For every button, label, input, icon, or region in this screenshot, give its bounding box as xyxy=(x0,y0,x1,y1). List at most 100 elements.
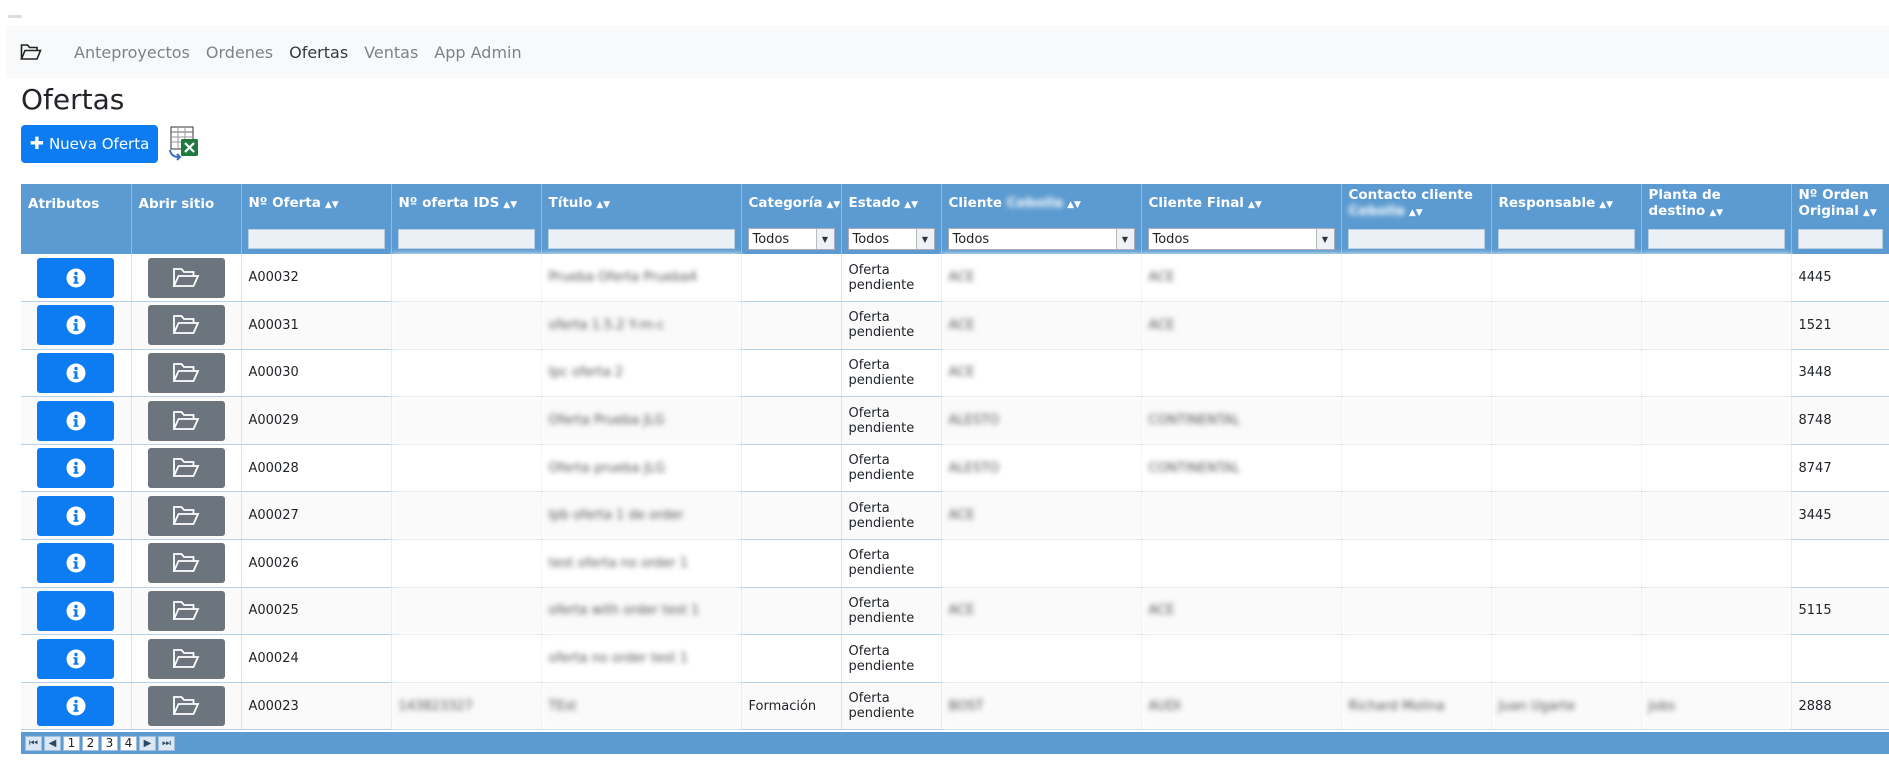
filter-select-cliente[interactable]: Todos ▼ xyxy=(947,228,1135,250)
nav-anteproyectos[interactable]: Anteproyectos xyxy=(74,43,190,62)
table-header: Atributos Abrir sitio Nº Oferta ▲▼ Nº ofe… xyxy=(21,184,1889,224)
filter-input[interactable] xyxy=(547,229,735,249)
col-n-orden-original[interactable]: Nº Orden Original ▲▼ xyxy=(1791,184,1889,224)
filter-select-estado[interactable]: Todos ▼ xyxy=(847,228,935,250)
next-page-icon[interactable]: ▶ xyxy=(139,735,156,751)
sort-icon[interactable]: ▲▼ xyxy=(1067,200,1081,210)
info-button[interactable] xyxy=(37,686,115,727)
folder-open-icon xyxy=(172,601,200,620)
filter-input[interactable] xyxy=(397,229,535,249)
open-site-button[interactable] xyxy=(147,257,225,298)
cell-titulo: TEst xyxy=(541,682,742,731)
cell-atributos xyxy=(21,634,132,683)
last-page-icon[interactable]: ⏭ xyxy=(158,735,175,751)
info-button[interactable] xyxy=(37,400,115,441)
col-estado[interactable]: Estado ▲▼ xyxy=(841,184,942,224)
sort-icon[interactable]: ▲▼ xyxy=(325,200,339,210)
col-contacto-cliente[interactable]: Contacto cliente Cebolla ▲▼ xyxy=(1341,184,1492,224)
sort-icon[interactable]: ▲▼ xyxy=(1599,200,1613,210)
open-site-button[interactable] xyxy=(147,400,225,441)
filter-input[interactable] xyxy=(247,229,385,249)
sort-icon[interactable]: ▲▼ xyxy=(1248,200,1262,210)
dropdown-arrow-icon[interactable]: ▼ xyxy=(815,229,834,249)
open-site-button[interactable] xyxy=(147,448,225,489)
first-page-icon[interactable]: ⏮ xyxy=(25,735,42,751)
col-n-oferta[interactable]: Nº Oferta ▲▼ xyxy=(241,184,392,224)
cell-orden-original: 3445 xyxy=(1791,491,1889,541)
info-button[interactable] xyxy=(37,590,115,631)
page-4[interactable]: 4 xyxy=(120,735,137,751)
cell-cliente-final xyxy=(1141,634,1342,683)
cell-categoria xyxy=(741,396,842,445)
col-responsable[interactable]: Responsable ▲▼ xyxy=(1491,184,1642,224)
folder-open-icon[interactable] xyxy=(20,37,60,67)
info-button[interactable] xyxy=(37,543,115,584)
open-site-button[interactable] xyxy=(147,305,225,346)
open-site-button[interactable] xyxy=(147,638,225,679)
cell-abrir-sitio xyxy=(131,254,242,303)
info-button[interactable] xyxy=(37,352,115,393)
sort-icon[interactable]: ▲▼ xyxy=(596,200,610,210)
window-dash xyxy=(8,15,22,18)
cell-cliente-final: ACE xyxy=(1141,254,1342,303)
dropdown-arrow-icon[interactable]: ▼ xyxy=(1315,229,1334,249)
sort-icon[interactable]: ▲▼ xyxy=(826,200,840,210)
sort-icon[interactable]: ▲▼ xyxy=(503,200,517,210)
cell-atributos xyxy=(21,539,132,588)
filter-input[interactable] xyxy=(1797,229,1883,249)
filter-input[interactable] xyxy=(1647,229,1785,249)
cell-n-oferta-ids xyxy=(391,491,542,541)
cell-titulo: oferta no order test 1 xyxy=(541,634,742,683)
page-1[interactable]: 1 xyxy=(63,735,80,751)
col-categoria[interactable]: Categoría ▲▼ xyxy=(741,184,842,224)
open-site-button[interactable] xyxy=(147,686,225,727)
info-button[interactable] xyxy=(37,638,115,679)
open-site-button[interactable] xyxy=(147,495,225,536)
info-button[interactable] xyxy=(37,305,115,346)
info-button[interactable] xyxy=(37,257,115,298)
sort-icon[interactable]: ▲▼ xyxy=(1709,208,1723,218)
cell-responsable xyxy=(1491,587,1642,636)
cell-titulo: test oferta no order 1 xyxy=(541,539,742,588)
sort-icon[interactable]: ▲▼ xyxy=(1409,208,1423,218)
cell-orden-original: 4445 xyxy=(1791,254,1889,303)
open-site-button[interactable] xyxy=(147,352,225,393)
page-3[interactable]: 3 xyxy=(101,735,118,751)
cell-contacto: Richard Molina xyxy=(1341,682,1492,731)
dropdown-arrow-icon[interactable]: ▼ xyxy=(915,229,934,249)
col-planta-destino[interactable]: Planta de destino ▲▼ xyxy=(1641,184,1792,224)
cell-contacto xyxy=(1341,254,1492,303)
sort-icon[interactable]: ▲▼ xyxy=(1863,208,1877,218)
filter-select-cliente-final[interactable]: Todos ▼ xyxy=(1147,228,1335,250)
cell-abrir-sitio xyxy=(131,587,242,636)
cell-contacto xyxy=(1341,444,1492,493)
col-n-oferta-ids[interactable]: Nº oferta IDS ▲▼ xyxy=(391,184,542,224)
cell-titulo: oferta with order test 1 xyxy=(541,587,742,636)
excel-export-icon[interactable] xyxy=(167,126,201,162)
open-site-button[interactable] xyxy=(147,590,225,631)
col-cliente-final[interactable]: Cliente Final ▲▼ xyxy=(1141,184,1342,224)
cell-estado: Oferta pendiente xyxy=(841,491,942,541)
nav-ventas[interactable]: Ventas xyxy=(364,43,418,62)
page-2[interactable]: 2 xyxy=(82,735,99,751)
cell-planta xyxy=(1641,301,1792,350)
filter-input[interactable] xyxy=(1497,229,1635,249)
col-titulo[interactable]: Título ▲▼ xyxy=(541,184,742,224)
nav-ordenes[interactable]: Ordenes xyxy=(206,43,273,62)
info-button[interactable] xyxy=(37,495,115,536)
open-site-button[interactable] xyxy=(147,543,225,584)
prev-page-icon[interactable]: ◀ xyxy=(44,735,61,751)
info-button[interactable] xyxy=(37,448,115,489)
nav-app-admin[interactable]: App Admin xyxy=(434,43,521,62)
cell-atributos xyxy=(21,254,132,303)
folder-open-icon xyxy=(172,267,200,287)
new-offer-button[interactable]: ✚ Nueva Oferta xyxy=(21,125,158,163)
col-cliente[interactable]: Cliente Cebolla ▲▼ xyxy=(941,184,1142,224)
cell-responsable xyxy=(1491,254,1642,303)
sort-icon[interactable]: ▲▼ xyxy=(904,200,918,210)
cell-cliente: ACE xyxy=(941,349,1142,398)
nav-ofertas[interactable]: Ofertas xyxy=(289,43,348,62)
filter-input[interactable] xyxy=(1347,229,1485,249)
filter-select-categoria[interactable]: Todos ▼ xyxy=(747,228,835,250)
dropdown-arrow-icon[interactable]: ▼ xyxy=(1115,229,1134,249)
